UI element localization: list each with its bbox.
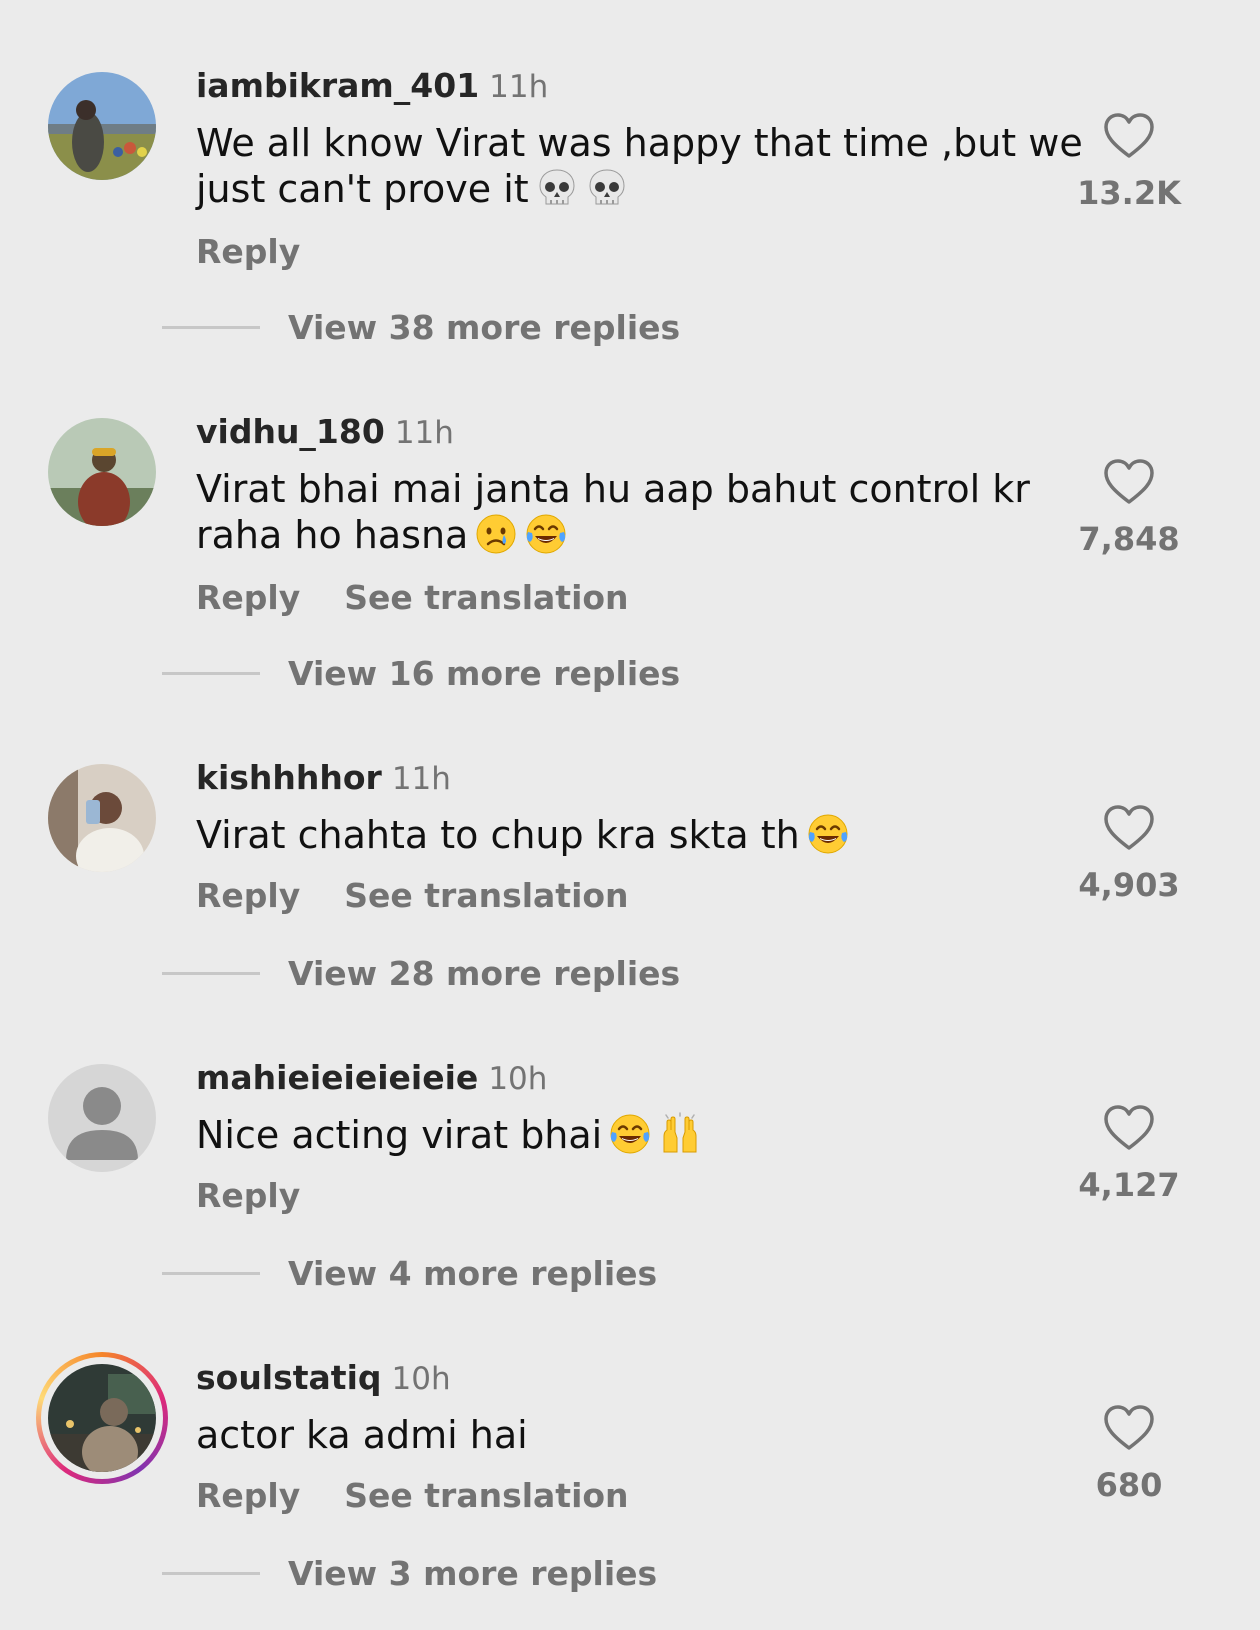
like-area: 4,127 [1074, 1104, 1184, 1204]
comment-text-content: Virat bhai mai janta hu aap bahut contro… [196, 467, 1030, 557]
tears-of-joy-emoji-icon [608, 1112, 652, 1156]
view-replies-label: View 4 more replies [288, 1254, 658, 1293]
like-count: 4,903 [1078, 866, 1180, 904]
timestamp: 11h [394, 415, 454, 451]
comment-header: kishhhhor 11h [196, 758, 451, 797]
like-area: 13.2K [1074, 112, 1184, 212]
avatar[interactable] [48, 764, 156, 872]
view-replies-label: View 38 more replies [288, 308, 681, 347]
comment-text-content: Virat chahta to chup kra skta th [196, 813, 800, 857]
tears-of-joy-emoji-icon [806, 812, 850, 856]
username[interactable]: soulstatiq [196, 1358, 382, 1397]
comment-text: Virat bhai mai janta hu aap bahut contro… [196, 466, 1096, 558]
view-replies-button[interactable]: View 16 more replies [162, 654, 680, 693]
username[interactable]: mahieieieieieie [196, 1058, 478, 1097]
comment-header: mahieieieieieie 10h [196, 1058, 547, 1097]
heart-icon[interactable] [1103, 1104, 1155, 1152]
divider-line [162, 972, 260, 975]
comments-list: iambikram_401 11h We all know Virat was h… [0, 0, 1260, 1630]
view-replies-button[interactable]: View 4 more replies [162, 1254, 657, 1293]
see-translation-button[interactable]: See translation [344, 578, 628, 617]
reply-button[interactable]: Reply [196, 1476, 300, 1515]
comment-actions: Reply See translation [196, 578, 673, 617]
timestamp: 11h [391, 761, 451, 797]
comment-header: iambikram_401 11h [196, 66, 548, 105]
comment-text-content: actor ka admi hai [196, 1413, 528, 1457]
username[interactable]: vidhu_180 [196, 412, 385, 451]
tears-of-joy-emoji-icon [524, 512, 568, 556]
comment-actions: Reply [196, 232, 344, 271]
reply-button[interactable]: Reply [196, 876, 300, 915]
view-replies-button[interactable]: View 28 more replies [162, 954, 680, 993]
comment-text: We all know Virat was happy that time ,b… [196, 120, 1096, 212]
view-replies-label: View 16 more replies [288, 654, 681, 693]
view-replies-label: View 3 more replies [288, 1554, 658, 1593]
like-count: 4,127 [1078, 1166, 1180, 1204]
see-translation-button[interactable]: See translation [344, 876, 628, 915]
skull-emoji-icon [535, 166, 579, 210]
comment-text: Nice acting virat bhai [196, 1112, 1096, 1158]
divider-line [162, 326, 260, 329]
divider-line [162, 1572, 260, 1575]
see-translation-button[interactable]: See translation [344, 1476, 628, 1515]
heart-icon[interactable] [1103, 112, 1155, 160]
avatar[interactable] [48, 418, 156, 526]
like-count: 13.2K [1077, 174, 1181, 212]
divider-line [162, 672, 260, 675]
skull-emoji-icon [585, 166, 629, 210]
reply-button[interactable]: Reply [196, 578, 300, 617]
avatar[interactable] [48, 72, 156, 180]
reply-button[interactable]: Reply [196, 232, 300, 271]
view-replies-button[interactable]: View 3 more replies [162, 1554, 657, 1593]
like-area: 4,903 [1074, 804, 1184, 904]
like-count: 7,848 [1078, 520, 1180, 558]
raising-hands-emoji-icon [658, 1112, 702, 1156]
heart-icon[interactable] [1103, 804, 1155, 852]
timestamp: 10h [488, 1061, 548, 1097]
like-area: 7,848 [1074, 458, 1184, 558]
heart-icon[interactable] [1103, 1404, 1155, 1452]
avatar[interactable] [48, 1064, 156, 1172]
comment-text-content: We all know Virat was happy that time ,b… [196, 121, 1083, 211]
comment-header: vidhu_180 11h [196, 412, 454, 451]
view-replies-button[interactable]: View 38 more replies [162, 308, 680, 347]
comment-header: soulstatiq 10h [196, 1358, 451, 1397]
avatar [48, 1364, 156, 1472]
comment-text-content: Nice acting virat bhai [196, 1113, 603, 1157]
reply-button[interactable]: Reply [196, 1176, 300, 1215]
comment-actions: Reply See translation [196, 876, 673, 915]
timestamp: 11h [489, 69, 549, 105]
avatar-with-story-ring[interactable] [36, 1352, 168, 1484]
like-count: 680 [1095, 1466, 1163, 1504]
view-replies-label: View 28 more replies [288, 954, 681, 993]
heart-icon[interactable] [1103, 458, 1155, 506]
crying-face-emoji-icon [474, 512, 518, 556]
comment-actions: Reply See translation [196, 1476, 673, 1515]
divider-line [162, 1272, 260, 1275]
username[interactable]: iambikram_401 [196, 66, 479, 105]
comment-text: Virat chahta to chup kra skta th [196, 812, 1096, 858]
timestamp: 10h [391, 1361, 451, 1397]
comment-text: actor ka admi hai [196, 1412, 1096, 1458]
username[interactable]: kishhhhor [196, 758, 382, 797]
like-area: 680 [1074, 1404, 1184, 1504]
comment-actions: Reply [196, 1176, 344, 1215]
